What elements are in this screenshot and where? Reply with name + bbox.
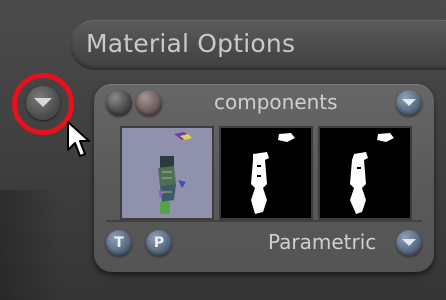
side-shadow (0, 190, 60, 300)
parametric-dropdown-button[interactable] (396, 230, 422, 256)
p-button-label: P (153, 235, 165, 251)
chevron-down-icon (402, 99, 416, 106)
t-button[interactable]: T (106, 230, 132, 256)
header-title: Material Options (86, 29, 296, 58)
panel-orb-left[interactable] (106, 90, 132, 116)
chevron-down-icon (402, 239, 416, 246)
texture-map-alt-image (320, 128, 410, 218)
components-dropdown-button[interactable] (396, 90, 422, 116)
t-button-label: T (114, 235, 124, 251)
texture-map-thumbnail[interactable] (219, 126, 313, 220)
footer-label: Parametric (268, 230, 377, 254)
texture-map-image (221, 128, 311, 218)
material-options-header: Material Options (70, 20, 446, 70)
highlight-ring (12, 73, 74, 135)
p-button[interactable]: P (146, 230, 172, 256)
texture-map-alt-thumbnail[interactable] (318, 126, 412, 220)
panel-orb-right[interactable] (136, 90, 162, 116)
material-preview-thumbnail[interactable] (120, 126, 214, 220)
preview-image (122, 128, 212, 218)
panel-title: components (214, 90, 338, 114)
components-panel: components T P Parametric (94, 84, 434, 272)
cursor-arrow-icon (67, 121, 90, 157)
panel-divider (106, 220, 422, 222)
